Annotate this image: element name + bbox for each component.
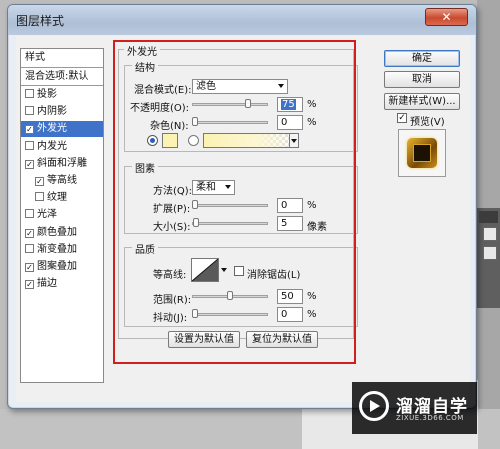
style-item-checkbox[interactable] bbox=[25, 89, 34, 98]
preview-label: 预览(V) bbox=[410, 117, 445, 128]
style-item[interactable]: ✓ 图案叠加 bbox=[21, 259, 103, 275]
ok-button[interactable]: 确定 bbox=[384, 50, 460, 67]
new-style-button[interactable]: 新建样式(W)... bbox=[384, 93, 460, 110]
style-item[interactable]: 纹理 bbox=[21, 190, 103, 206]
style-item-checkbox[interactable]: ✓ bbox=[25, 228, 34, 238]
style-item-label: 渐变叠加 bbox=[37, 243, 77, 255]
style-item-checkbox[interactable] bbox=[25, 106, 34, 116]
style-item-label: 光泽 bbox=[37, 209, 57, 221]
style-item[interactable]: ✓ 外发光 bbox=[21, 121, 103, 138]
style-item[interactable]: 投影 bbox=[21, 87, 103, 103]
divider bbox=[21, 67, 103, 68]
style-item-label: 等高线 bbox=[47, 175, 77, 186]
style-preview bbox=[398, 129, 446, 177]
style-item-checkbox[interactable]: ✓ bbox=[25, 280, 34, 290]
panel-tab bbox=[479, 211, 498, 223]
style-item[interactable]: ✓ 描边 bbox=[21, 276, 103, 292]
style-item-checkbox[interactable] bbox=[25, 209, 34, 219]
cancel-button[interactable]: 取消 bbox=[384, 71, 460, 88]
style-item[interactable]: 渐变叠加 bbox=[21, 242, 103, 258]
play-logo-icon bbox=[359, 391, 389, 421]
style-item-checkbox[interactable]: ✓ bbox=[25, 125, 34, 135]
watermark-url: ZIXUE.3D66.COM bbox=[396, 414, 464, 422]
style-item[interactable]: ✓ 斜面和浮雕 bbox=[21, 156, 103, 172]
style-item-checkbox[interactable] bbox=[25, 140, 34, 150]
style-item-label: 内阴影 bbox=[37, 106, 67, 118]
style-item-label: 描边 bbox=[37, 278, 57, 290]
style-item[interactable]: ✓ 等高线 bbox=[21, 173, 103, 189]
preview-checkbox[interactable]: ✓ bbox=[397, 113, 407, 123]
style-item-checkbox[interactable]: ✓ bbox=[25, 263, 34, 272]
style-item-checkbox[interactable]: ✓ bbox=[35, 177, 44, 186]
blend-options-item[interactable]: 混合选项:默认 bbox=[21, 69, 103, 85]
style-item-checkbox[interactable] bbox=[35, 192, 44, 202]
title-bar[interactable] bbox=[8, 5, 476, 35]
style-item[interactable]: 光泽 bbox=[21, 207, 103, 223]
close-button[interactable]: ✕ bbox=[425, 8, 468, 26]
style-item-checkbox[interactable]: ✓ bbox=[25, 159, 34, 169]
style-item-label: 外发光 bbox=[37, 123, 67, 135]
panel-button[interactable] bbox=[483, 227, 497, 241]
style-item-label: 纹理 bbox=[47, 192, 67, 204]
highlight-box bbox=[113, 40, 356, 364]
window-title: 图层样式 bbox=[16, 14, 65, 28]
style-list-header[interactable]: 样式 bbox=[21, 50, 103, 66]
style-item-label: 投影 bbox=[37, 89, 57, 100]
style-item-checkbox[interactable] bbox=[25, 243, 34, 253]
style-item[interactable]: 内阴影 bbox=[21, 104, 103, 120]
style-item-label: 内发光 bbox=[37, 140, 67, 152]
panel-button[interactable] bbox=[483, 246, 497, 260]
style-item-label: 颜色叠加 bbox=[37, 226, 77, 238]
style-item[interactable]: 内发光 bbox=[21, 139, 103, 155]
style-item-label: 图案叠加 bbox=[37, 261, 77, 272]
divider bbox=[21, 85, 103, 86]
style-item-label: 斜面和浮雕 bbox=[37, 157, 87, 169]
style-item[interactable]: ✓ 颜色叠加 bbox=[21, 225, 103, 241]
